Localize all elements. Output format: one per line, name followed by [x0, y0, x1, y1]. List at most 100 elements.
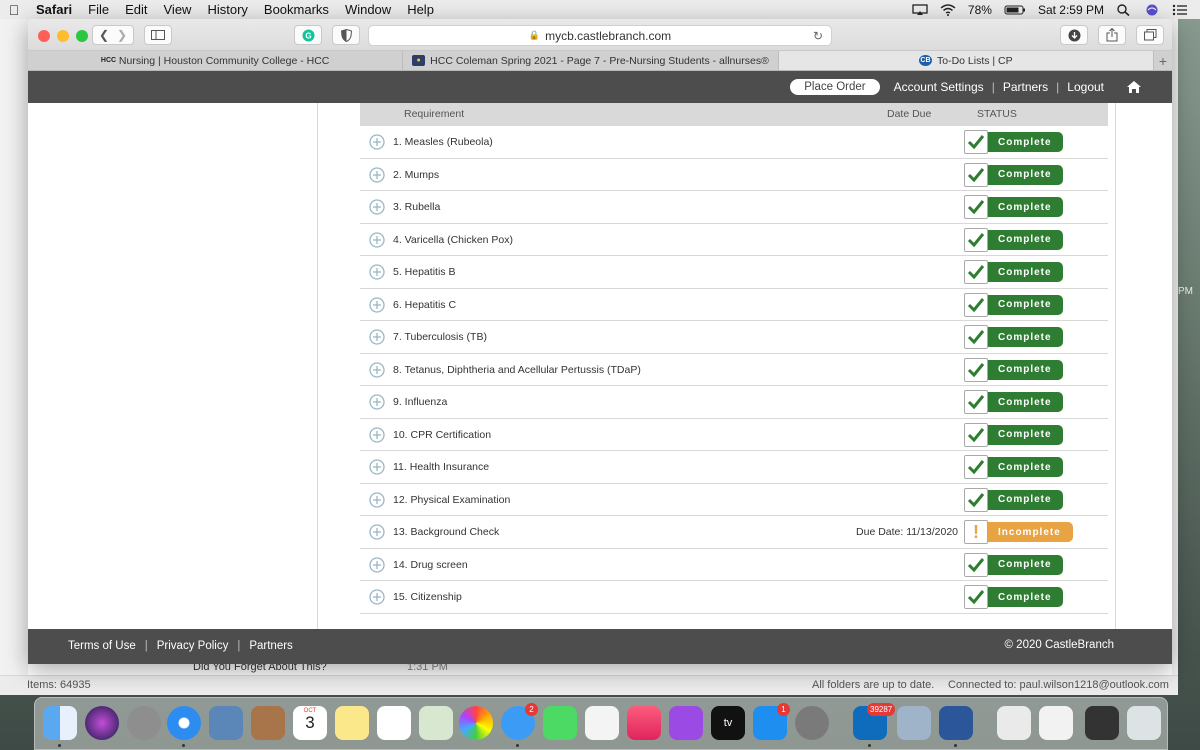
- maps-icon[interactable]: [419, 706, 453, 740]
- requirement-name[interactable]: 3. Rubella: [393, 201, 440, 213]
- facetime-icon[interactable]: [543, 706, 577, 740]
- recent-document-icon[interactable]: [1039, 706, 1073, 740]
- preview-icon[interactable]: [897, 706, 931, 740]
- expand-plus-icon[interactable]: [369, 166, 385, 183]
- expand-plus-icon[interactable]: [369, 329, 385, 345]
- minimize-window-button[interactable]: [57, 30, 69, 42]
- news-icon[interactable]: [585, 706, 619, 740]
- menu-history[interactable]: History: [199, 0, 255, 19]
- status-badge[interactable]: Complete: [964, 487, 1063, 512]
- system-preferences-icon[interactable]: [795, 706, 829, 740]
- apple-tv-icon[interactable]: tv: [711, 706, 745, 740]
- close-window-button[interactable]: [38, 30, 50, 42]
- background-mail-row[interactable]: Did You Forget About This? 1:31 PM: [28, 664, 1172, 675]
- spotlight-search-icon[interactable]: [1116, 3, 1132, 16]
- status-badge[interactable]: Complete: [964, 455, 1063, 479]
- status-badge[interactable]: Complete: [964, 357, 1063, 382]
- account-settings-link[interactable]: Account Settings: [894, 80, 984, 94]
- apple-menu-icon[interactable]: : [0, 2, 28, 18]
- share-button[interactable]: [1098, 25, 1126, 45]
- requirement-name[interactable]: 6. Hepatitis C: [393, 299, 456, 311]
- terms-of-use-link[interactable]: Terms of Use: [68, 640, 136, 652]
- finder-icon[interactable]: [43, 706, 77, 740]
- back-icon[interactable]: ❮: [99, 28, 117, 42]
- menu-file[interactable]: File: [80, 0, 117, 19]
- airplay-icon[interactable]: [912, 3, 928, 16]
- status-badge[interactable]: Complete: [964, 390, 1063, 414]
- status-badge[interactable]: Complete: [964, 422, 1063, 447]
- expand-plus-icon[interactable]: [369, 231, 385, 248]
- partners-link[interactable]: Partners: [1003, 80, 1048, 94]
- siri-icon[interactable]: [1144, 4, 1160, 16]
- requirement-name[interactable]: 13. Background Check: [393, 526, 499, 538]
- requirement-name[interactable]: 15. Citizenship: [393, 591, 462, 603]
- footer-partners-link[interactable]: Partners: [249, 640, 292, 652]
- calendar-icon[interactable]: OCT 3: [293, 706, 327, 740]
- expand-plus-icon[interactable]: [369, 199, 385, 215]
- expand-plus-icon[interactable]: [369, 134, 385, 150]
- trash-icon[interactable]: [1127, 706, 1161, 740]
- downloads-button[interactable]: [1060, 25, 1088, 45]
- sidebar-toggle-button[interactable]: [144, 25, 172, 45]
- table-row[interactable]: 5. Hepatitis B Complete: [360, 256, 1108, 289]
- expand-plus-icon[interactable]: [369, 589, 385, 605]
- requirement-name[interactable]: 8. Tetanus, Diphtheria and Acellular Per…: [393, 364, 641, 376]
- table-row[interactable]: 4. Varicella (Chicken Pox) Complete: [360, 224, 1108, 256]
- menu-window[interactable]: Window: [337, 0, 399, 19]
- expand-plus-icon[interactable]: [369, 524, 385, 540]
- place-order-button[interactable]: Place Order: [790, 79, 880, 95]
- new-tab-button[interactable]: +: [1154, 51, 1172, 70]
- table-row[interactable]: 10. CPR Certification Complete: [360, 419, 1108, 451]
- expand-plus-icon[interactable]: [369, 426, 385, 443]
- table-row[interactable]: 14. Drug screen Complete: [360, 549, 1108, 581]
- table-row[interactable]: 15. Citizenship Complete: [360, 581, 1108, 614]
- requirement-name[interactable]: 5. Hepatitis B: [393, 266, 455, 278]
- expand-plus-icon[interactable]: [369, 296, 385, 313]
- battery-icon[interactable]: [1004, 4, 1026, 16]
- requirement-name[interactable]: 14. Drug screen: [393, 559, 468, 571]
- forward-icon[interactable]: ❯: [117, 28, 127, 42]
- menu-bookmarks[interactable]: Bookmarks: [256, 0, 337, 19]
- tab-overview-button[interactable]: [1136, 25, 1164, 45]
- safari-dock-icon[interactable]: [167, 706, 201, 740]
- table-row[interactable]: 1. Measles (Rubeola) Complete: [360, 126, 1108, 159]
- expand-plus-icon[interactable]: [369, 491, 385, 508]
- status-badge[interactable]: Complete: [964, 585, 1063, 609]
- status-badge[interactable]: Complete: [964, 195, 1063, 219]
- status-badge[interactable]: Complete: [964, 552, 1063, 577]
- table-row[interactable]: 9. Influenza Complete: [360, 386, 1108, 419]
- table-row[interactable]: 12. Physical Examination Complete: [360, 484, 1108, 516]
- podcasts-icon[interactable]: [669, 706, 703, 740]
- home-icon[interactable]: [1126, 80, 1142, 94]
- status-badge[interactable]: ! Incomplete: [964, 520, 1073, 544]
- reminders-icon[interactable]: [377, 706, 411, 740]
- notes-icon[interactable]: [335, 706, 369, 740]
- requirement-name[interactable]: 10. CPR Certification: [393, 429, 491, 441]
- table-row[interactable]: 6. Hepatitis C Complete: [360, 289, 1108, 321]
- zoom-window-button[interactable]: [76, 30, 88, 42]
- table-row[interactable]: 7. Tuberculosis (TB) Complete: [360, 321, 1108, 354]
- requirement-name[interactable]: 12. Physical Examination: [393, 494, 510, 506]
- requirement-name[interactable]: 9. Influenza: [393, 396, 447, 408]
- launchpad-icon[interactable]: [127, 706, 161, 740]
- menu-app-name[interactable]: Safari: [28, 0, 80, 19]
- requirement-name[interactable]: 11. Health Insurance: [393, 461, 489, 473]
- table-row[interactable]: 11. Health Insurance Complete: [360, 451, 1108, 484]
- logout-link[interactable]: Logout: [1067, 80, 1104, 94]
- notification-center-icon[interactable]: [1172, 4, 1188, 16]
- expand-plus-icon[interactable]: [369, 556, 385, 573]
- menu-edit[interactable]: Edit: [117, 0, 155, 19]
- status-badge[interactable]: Complete: [964, 227, 1063, 252]
- table-row[interactable]: 3. Rubella Complete: [360, 191, 1108, 224]
- tab-allnurses[interactable]: ● HCC Coleman Spring 2021 - Page 7 - Pre…: [403, 51, 779, 70]
- tab-todo-lists[interactable]: CB To-Do Lists | CP: [778, 51, 1154, 70]
- status-badge[interactable]: Complete: [964, 162, 1063, 187]
- requirement-name[interactable]: 7. Tuberculosis (TB): [393, 331, 487, 343]
- expand-plus-icon[interactable]: [369, 264, 385, 280]
- recent-document-icon[interactable]: [1085, 706, 1119, 740]
- status-badge[interactable]: Complete: [964, 260, 1063, 284]
- expand-plus-icon[interactable]: [369, 361, 385, 378]
- mail-dock-icon[interactable]: [209, 706, 243, 740]
- music-icon[interactable]: [627, 706, 661, 740]
- word-icon[interactable]: [939, 706, 973, 740]
